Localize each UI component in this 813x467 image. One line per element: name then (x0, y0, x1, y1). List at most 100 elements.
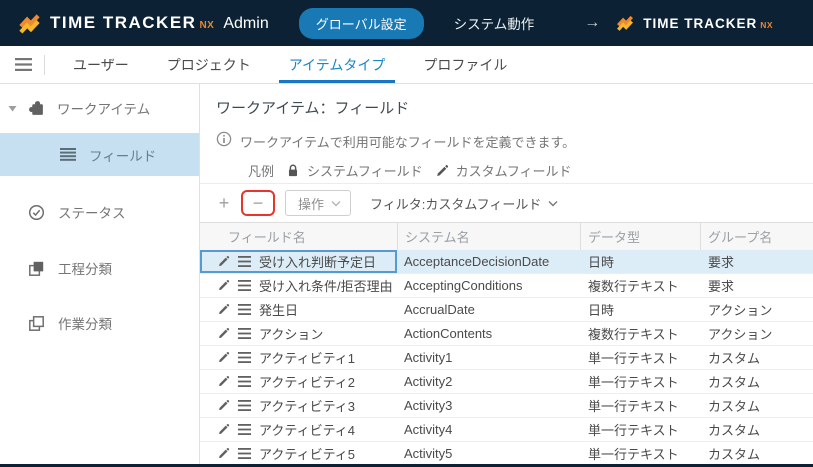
cell-group-name: アクション (700, 298, 813, 321)
table-row[interactable]: アクティビティ1 Activity1 単一行テキスト カスタム (200, 346, 813, 370)
tab-users[interactable]: ユーザー (63, 46, 139, 83)
system-behavior-link[interactable]: システム動作 (454, 13, 535, 33)
cell-system-name: AccrualDate (397, 298, 580, 321)
table-body: 受け入れ判断予定日 AcceptanceDecisionDate 日時 要求 (200, 250, 813, 464)
cell-system-name: Activity3 (397, 394, 580, 417)
field-name-text: アクティビティ5 (259, 444, 355, 463)
brand-admin: Admin (223, 15, 268, 33)
cell-data-type: 単一行テキスト (580, 346, 700, 369)
table-row[interactable]: アクティビティ3 Activity3 単一行テキスト カスタム (200, 394, 813, 418)
global-settings-button[interactable]: グローバル設定 (299, 8, 424, 39)
table-row[interactable]: アクティビティ5 Activity5 単一行テキスト カスタム (200, 442, 813, 464)
brand2-name: TIME TRACKER (643, 16, 757, 31)
tab-label: プロジェクト (167, 55, 251, 75)
legend: 凡例 システムフィールド カスタムフィールド (248, 161, 797, 180)
table-row[interactable]: アクティビティ4 Activity4 単一行テキスト カスタム (200, 418, 813, 442)
pencil-icon (217, 447, 230, 460)
sidebar-item-fields[interactable]: フィールド (0, 133, 199, 176)
cell-data-type: 日時 (580, 298, 700, 321)
chevron-down-icon (331, 200, 341, 207)
add-button[interactable]: + (212, 191, 236, 215)
cell-field-name: 受け入れ条件/拒否理由 (200, 274, 397, 297)
lock-icon (286, 163, 300, 178)
table-row[interactable]: 発生日 AccrualDate 日時 アクション (200, 298, 813, 322)
drag-handle-icon[interactable] (238, 376, 251, 387)
sidebar-item-status[interactable]: ステータス (0, 192, 199, 232)
tabbar-divider (44, 55, 45, 75)
sidebar-item-workitem[interactable]: ワークアイテム (0, 88, 199, 128)
table-row[interactable]: アクション ActionContents 複数行テキスト アクション (200, 322, 813, 346)
pencil-icon (217, 375, 230, 388)
topbar: TIME TRACKER NX Admin グローバル設定 システム動作 → T… (0, 0, 813, 46)
drag-handle-icon[interactable] (238, 400, 251, 411)
brand2-title[interactable]: TIME TRACKER NX (643, 16, 773, 31)
sidebar-item-label: 工程分類 (58, 258, 112, 278)
sidebar-item-label: ワークアイテム (57, 98, 150, 118)
pencil-icon (217, 327, 230, 340)
legend-label: 凡例 (248, 161, 274, 180)
field-name-text: アクティビティ4 (259, 420, 355, 439)
cell-field-name: 発生日 (200, 298, 397, 321)
toolbar: + − 操作 フィルタ:カスタムフィールド (200, 184, 813, 222)
table-row[interactable]: 受け入れ条件/拒否理由 AcceptingConditions 複数行テキスト … (200, 274, 813, 298)
timetracker-logo-icon (18, 12, 41, 35)
pencil-icon (217, 351, 230, 364)
collapse-triangle-icon[interactable] (8, 105, 17, 112)
cell-system-name: Activity1 (397, 346, 580, 369)
cell-field-name: アクティビティ2 (200, 370, 397, 393)
drag-handle-icon[interactable] (238, 448, 251, 459)
field-name-text: アクティビティ2 (259, 372, 355, 391)
sidebar-item-label: 作業分類 (58, 313, 112, 333)
cell-data-type: 単一行テキスト (580, 394, 700, 417)
operation-label: 操作 (298, 194, 324, 213)
field-name-text: アクティビティ1 (259, 348, 355, 367)
cell-system-name: AcceptingConditions (397, 274, 580, 297)
drag-handle-icon[interactable] (238, 256, 251, 267)
circle-check-icon (28, 204, 45, 221)
drag-handle-icon[interactable] (238, 424, 251, 435)
column-header-system-name: システム名 (397, 223, 580, 250)
remove-button[interactable]: − (246, 191, 270, 215)
drag-handle-icon[interactable] (238, 328, 251, 339)
info-text: ワークアイテムで利用可能なフィールドを定義できます。 (240, 132, 575, 151)
drag-handle-icon[interactable] (238, 304, 251, 315)
cell-group-name: カスタム (700, 394, 813, 417)
sidebar-item-work-category[interactable]: 作業分類 (0, 303, 199, 343)
cell-group-name: カスタム (700, 370, 813, 393)
sidebar-item-label: フィールド (89, 145, 156, 165)
app-window: TIME TRACKER NX Admin グローバル設定 システム動作 → T… (0, 0, 813, 467)
pencil-icon (217, 399, 230, 412)
tab-profiles[interactable]: プロファイル (413, 46, 517, 83)
sidebar-item-process-category[interactable]: 工程分類 (0, 248, 199, 288)
info-icon (216, 131, 232, 152)
drag-handle-icon[interactable] (238, 352, 251, 363)
drag-handle-icon[interactable] (238, 280, 251, 291)
cell-field-name: アクティビティ4 (200, 418, 397, 441)
legend-system-field-label: システムフィールド (307, 161, 423, 180)
cell-group-name: 要求 (700, 274, 813, 297)
filter-dropdown[interactable]: フィルタ:カスタムフィールド (370, 194, 558, 213)
remove-button-highlight-wrapper: − (241, 190, 275, 216)
puzzle-icon (28, 100, 45, 117)
cell-system-name: AcceptanceDecisionDate (397, 250, 580, 273)
chevron-down-icon (548, 200, 558, 207)
operation-dropdown-button[interactable]: 操作 (285, 190, 351, 216)
menu-icon[interactable] (15, 58, 32, 71)
cell-data-type: 複数行テキスト (580, 274, 700, 297)
cell-data-type: 複数行テキスト (580, 322, 700, 345)
column-header-data-type: データ型 (580, 223, 700, 250)
tab-projects[interactable]: プロジェクト (157, 46, 261, 83)
field-name-text: アクティビティ3 (259, 396, 355, 415)
table-row[interactable]: 受け入れ判断予定日 AcceptanceDecisionDate 日時 要求 (200, 250, 813, 274)
cell-field-name: アクション (200, 322, 397, 345)
tab-label: アイテムタイプ (289, 55, 386, 75)
filter-label: フィルタ:カスタムフィールド (370, 194, 541, 213)
table-row[interactable]: アクティビティ2 Activity2 単一行テキスト カスタム (200, 370, 813, 394)
layers-outline-icon (28, 315, 45, 332)
tab-label: ユーザー (73, 55, 129, 75)
cell-system-name: Activity5 (397, 442, 580, 464)
tab-item-types[interactable]: アイテムタイプ (279, 46, 396, 83)
tabbar: ユーザー プロジェクト アイテムタイプ プロファイル (0, 46, 813, 84)
page-title: ワークアイテム：フィールド (216, 97, 797, 118)
tab-label: プロファイル (423, 55, 507, 75)
